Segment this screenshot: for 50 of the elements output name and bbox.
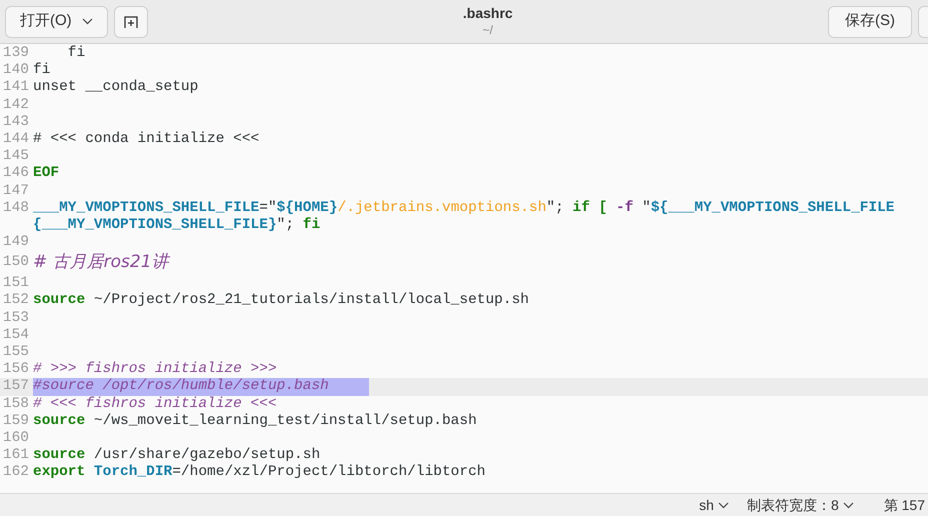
code-line: ___MY_VMOPTIONS_SHELL_FILE="${HOME}/.jetbrains.vmoptions.sh"; if [ -f "${___MY_VMOPTIONS_SHELL_FILE bbox=[33, 200, 894, 217]
new-tab-button[interactable] bbox=[114, 6, 148, 38]
code-line: source ~/ws_moveit_learning_test/install/setup.bash bbox=[33, 412, 477, 430]
line-number: 156 bbox=[2, 361, 30, 378]
caret-icon bbox=[718, 502, 729, 508]
caret-icon bbox=[82, 18, 93, 25]
line-number: 149 bbox=[2, 234, 30, 252]
code-line: # <<< fishros initialize <<< bbox=[33, 396, 277, 413]
line-number: 148 bbox=[2, 200, 30, 217]
tab-width-selector[interactable]: 制表符宽度：8 bbox=[746, 494, 854, 516]
line-number: 155 bbox=[2, 344, 30, 362]
line-number: 139 bbox=[2, 45, 30, 62]
open-button[interactable]: 打开(O) bbox=[5, 6, 108, 38]
line-number: 157 bbox=[2, 378, 30, 396]
save-button[interactable]: 保存(S) bbox=[828, 6, 912, 38]
code-line: fi bbox=[66, 45, 86, 62]
code-line: {___MY_VMOPTIONS_SHELL_FILE}"; fi bbox=[33, 216, 320, 234]
code-line: unset __conda_setup bbox=[33, 79, 198, 97]
file-path: ~/ bbox=[482, 22, 493, 38]
cursor-position: 第 157 bbox=[884, 496, 925, 514]
line-number: 141 bbox=[2, 79, 30, 97]
line-number: 140 bbox=[2, 62, 30, 80]
code-line: # >>> fishros initialize >>> bbox=[33, 361, 277, 378]
language-selector[interactable]: sh bbox=[699, 494, 729, 516]
line-number: 150 bbox=[2, 253, 30, 272]
line-number: 146 bbox=[2, 165, 30, 182]
line-number: 142 bbox=[2, 96, 30, 114]
line-number: 159 bbox=[2, 412, 30, 430]
line-number: 154 bbox=[2, 326, 30, 344]
line-number: 144 bbox=[2, 130, 30, 148]
line-number: 152 bbox=[2, 292, 30, 310]
caret-icon bbox=[842, 502, 854, 508]
code-line: EOF bbox=[33, 165, 60, 182]
line-number: 158 bbox=[2, 396, 30, 413]
line-number: 143 bbox=[2, 114, 30, 131]
code-line: # <<< conda initialize <<< bbox=[33, 130, 260, 148]
code-line: # 古月居ros21讲 bbox=[33, 251, 169, 274]
line-number: 153 bbox=[2, 310, 30, 327]
code-line: source /usr/share/gazebo/setup.sh bbox=[33, 447, 320, 464]
line-number: 162 bbox=[2, 464, 30, 482]
line-number: 145 bbox=[2, 148, 30, 166]
code-line: source ~/Project/ros2_21_tutorials/install/local_setup.sh bbox=[33, 292, 529, 310]
line-number: 151 bbox=[2, 275, 30, 292]
line-number: 161 bbox=[2, 447, 30, 464]
code-line: export Torch_DIR=/home/xzl/Project/libtorch/libtorch bbox=[33, 464, 486, 482]
line-number: 160 bbox=[2, 430, 30, 448]
code-line: fi bbox=[33, 62, 50, 80]
window-title: .bashrc bbox=[462, 5, 513, 23]
new-document-icon bbox=[124, 14, 138, 28]
line-number: 147 bbox=[2, 182, 30, 200]
